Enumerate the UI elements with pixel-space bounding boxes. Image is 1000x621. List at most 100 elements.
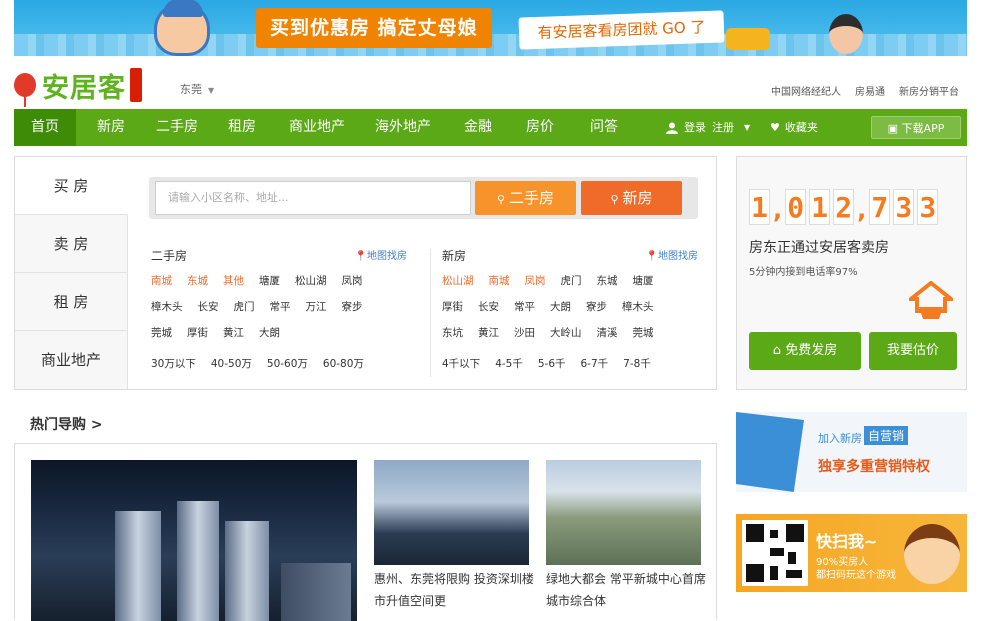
new-area-link[interactable]: 樟木头	[622, 299, 654, 314]
nav-finance[interactable]: 金融	[458, 109, 498, 146]
seller-panel: 1 , 0 1 2 , 7 3 3 房东正通过安居客卖房 5分钟内接到电话率97…	[736, 156, 967, 390]
new-price-link[interactable]: 6-7千	[581, 356, 609, 371]
used-area-link[interactable]: 虎门	[234, 299, 255, 314]
tab-buy[interactable]: 买 房	[15, 157, 128, 215]
used-area-link[interactable]: 莞城	[151, 325, 172, 340]
used-area-link[interactable]: 其他	[223, 273, 244, 288]
used-area-link[interactable]: 樟木头	[151, 299, 183, 314]
new-area-link[interactable]: 黄江	[478, 325, 499, 340]
nav-price[interactable]: 房价	[520, 109, 560, 146]
self-marketing-ad[interactable]: 加入新房 自营销 独享多重营销特权	[736, 412, 967, 492]
new-area-link[interactable]: 凤岗	[525, 273, 546, 288]
free-listing-button[interactable]: ⌂ 免费发房	[749, 332, 861, 370]
counter-digit: 1	[809, 189, 831, 225]
used-map-link[interactable]: 📍地图找房	[355, 247, 407, 262]
used-area-link[interactable]: 寮步	[342, 299, 363, 314]
tower-shape	[225, 521, 269, 621]
article-caption-2[interactable]: 绿地大都会 常平新城中心首席城市综合体	[546, 568, 706, 612]
search-used-button[interactable]: ⚲ 二手房	[475, 181, 576, 215]
new-area-link[interactable]: 长安	[478, 299, 499, 314]
download-app-button[interactable]: ▣ 下载APP	[871, 116, 961, 139]
chevron-down-icon: ▼	[208, 86, 215, 95]
new-area-link[interactable]: 清溪	[597, 325, 618, 340]
cartoon-kid-graphic	[904, 524, 960, 584]
article-caption-1[interactable]: 惠州、东莞将限购 投资深圳楼市升值空间更	[374, 568, 534, 612]
new-area-link[interactable]: 寮步	[586, 299, 607, 314]
new-area-link[interactable]: 厚街	[442, 299, 463, 314]
counter-digit: 1	[749, 189, 770, 225]
new-area-link[interactable]: 常平	[514, 299, 535, 314]
hot-guide-title[interactable]: 热门导购 >	[30, 414, 103, 434]
new-price-link[interactable]: 7-8千	[623, 356, 651, 371]
used-area-link[interactable]: 东城	[187, 273, 208, 288]
used-area-link[interactable]: 南城	[151, 273, 172, 288]
nav-rent[interactable]: 租房	[222, 109, 262, 146]
used-price-link[interactable]: 50-60万	[267, 356, 308, 371]
favorites-link[interactable]: ♥ 收藏夹	[770, 109, 818, 146]
qr-game-ad[interactable]: 快扫我~ 90%买房人 都扫码玩这个游戏	[736, 514, 967, 592]
aerial-development-photo[interactable]	[546, 460, 701, 565]
featured-building-photo[interactable]	[31, 460, 357, 621]
used-area-link[interactable]: 黄江	[223, 325, 244, 340]
site-logo[interactable]: 安居客	[14, 66, 142, 107]
link-distribution[interactable]: 新房分销平台	[899, 83, 959, 98]
city-selector[interactable]: 东莞 ▼	[180, 81, 214, 97]
column-divider	[430, 249, 431, 377]
used-area-link[interactable]: 松山湖	[295, 273, 327, 288]
new-title: 新房	[442, 249, 467, 263]
top-banner-ad[interactable]: 买到优惠房 搞定丈母娘 有安居客看房团就 GO 了	[14, 0, 967, 56]
new-area-link[interactable]: 南城	[489, 273, 510, 288]
used-area-link[interactable]: 长安	[198, 299, 219, 314]
used-area-link[interactable]: 常平	[270, 299, 291, 314]
new-price-link[interactable]: 5-6千	[538, 356, 566, 371]
tower-shape	[115, 511, 161, 621]
tab-rent[interactable]: 租 房	[15, 273, 127, 331]
new-area-link[interactable]: 松山湖	[442, 273, 474, 288]
new-map-link[interactable]: 📍地图找房	[646, 247, 698, 262]
free-listing-label: 免费发房	[785, 343, 838, 358]
download-app-label: 下载APP	[901, 122, 945, 135]
nav-new-house[interactable]: 新房	[90, 109, 132, 146]
new-area-link[interactable]: 东城	[597, 273, 618, 288]
login-link[interactable]: 登录	[684, 109, 706, 146]
used-area-link[interactable]: 凤岗	[342, 273, 363, 288]
ad1-tag: 自营销	[864, 426, 909, 445]
nav-second-hand[interactable]: 二手房	[150, 109, 204, 146]
used-area-link[interactable]: 大朗	[259, 325, 280, 340]
new-area-link[interactable]: 东坑	[442, 325, 463, 340]
used-area-link[interactable]: 厚街	[187, 325, 208, 340]
link-agent[interactable]: 中国网络经纪人	[771, 83, 841, 98]
lake-city-photo[interactable]	[374, 460, 529, 565]
estimate-button[interactable]: 我要估价	[869, 332, 957, 370]
nav-commercial[interactable]: 商业地产	[284, 109, 350, 146]
new-area-link[interactable]: 大朗	[550, 299, 571, 314]
new-price-link[interactable]: 4-5千	[495, 356, 523, 371]
new-price-link[interactable]: 4千以下	[442, 356, 480, 371]
logo-text: 安居客	[42, 72, 126, 104]
counter-digit: 0	[785, 189, 807, 225]
user-menu[interactable]: 登录 注册 ▼	[666, 109, 750, 146]
tab-commercial[interactable]: 商业地产	[15, 331, 127, 389]
new-area-link[interactable]: 莞城	[633, 325, 654, 340]
used-area-link[interactable]: 塘厦	[259, 273, 280, 288]
register-link[interactable]: 注册	[712, 109, 734, 146]
used-price-link[interactable]: 40-50万	[211, 356, 252, 371]
app-logo-icon	[736, 412, 804, 492]
new-area-link[interactable]: 塘厦	[633, 273, 654, 288]
used-area-link[interactable]: 万江	[306, 299, 327, 314]
new-area-link[interactable]: 大岭山	[550, 325, 582, 340]
nav-home[interactable]: 首页	[14, 109, 76, 146]
search-icon: ⚲	[496, 193, 506, 206]
search-new-button[interactable]: ⚲ 新房	[581, 181, 682, 215]
top-bar: 安居客 东莞 ▼ 中国网络经纪人 房易通 新房分销平台	[14, 58, 967, 108]
link-fangyitong[interactable]: 房易通	[855, 83, 885, 98]
search-input[interactable]: 请输入小区名称、地址...	[155, 181, 471, 215]
new-area-link[interactable]: 虎门	[561, 273, 582, 288]
tab-sell[interactable]: 卖 房	[15, 215, 127, 273]
nav-qa[interactable]: 问答	[584, 109, 624, 146]
nav-overseas[interactable]: 海外地产	[370, 109, 436, 146]
used-price-link[interactable]: 30万以下	[151, 356, 196, 371]
used-price-link[interactable]: 60-80万	[323, 356, 364, 371]
new-area-link[interactable]: 沙田	[514, 325, 535, 340]
house-hand-icon	[909, 281, 953, 319]
